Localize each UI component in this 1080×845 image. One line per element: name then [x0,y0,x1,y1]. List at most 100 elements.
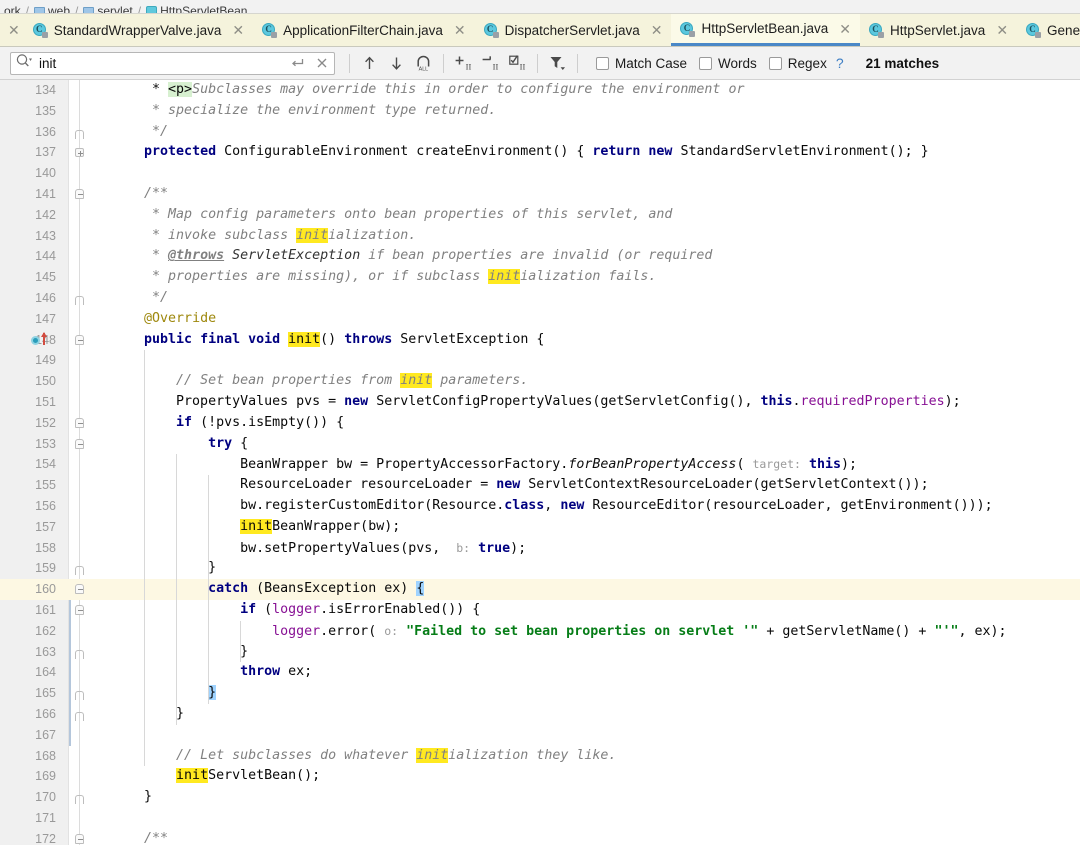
code-line[interactable]: 164 throw ex; [0,662,1080,683]
fold-marker[interactable] [75,642,86,663]
code-text[interactable]: logger.error( o: "Failed to set bean pro… [112,621,1006,643]
tab-applicationfilterchain[interactable]: C ApplicationFilterChain.java ✕ [253,14,475,46]
code-text[interactable]: * invoke subclass initialization. [112,226,416,247]
fold-marker[interactable] [75,600,86,621]
code-text[interactable]: // Let subclasses do whatever initializa… [112,746,616,767]
remove-selection-icon[interactable]: II [477,51,504,76]
code-line[interactable]: 161 if (logger.isErrorEnabled()) { [0,600,1080,621]
code-text[interactable]: initServletBean(); [112,766,320,787]
search-dropdown-icon[interactable] [16,53,33,73]
code-text[interactable]: * @throws ServletException if bean prope… [112,246,712,267]
code-text[interactable]: * <p>Subclasses may override this in ord… [112,80,744,101]
select-all-occurrences-icon[interactable]: ALL [410,51,437,76]
search-input-value[interactable]: init [39,53,284,74]
tab-close-icon-partial[interactable]: ✕ [0,14,24,46]
breadcrumb-item-2[interactable]: servlet [83,4,133,13]
tab-close-icon[interactable]: ✕ [996,23,1008,37]
code-line[interactable]: 153 try { [0,434,1080,455]
regex-help-icon[interactable]: ? [836,55,844,71]
tab-genericservlet[interactable]: C GenericS [1017,14,1080,46]
fold-marker[interactable] [75,704,86,725]
code-line[interactable]: 134 * <p>Subclasses may override this in… [0,80,1080,101]
select-occurrences-icon[interactable]: II [504,51,531,76]
code-line[interactable]: 136 */ [0,122,1080,143]
code-line[interactable]: 150 // Set bean properties from init par… [0,371,1080,392]
fold-marker[interactable] [75,184,86,205]
code-line[interactable]: 165 } [0,683,1080,704]
code-text[interactable]: * properties are missing), or if subclas… [112,267,656,288]
words-box[interactable] [699,56,713,70]
tab-standardwrappervalve[interactable]: C StandardWrapperValve.java ✕ [24,14,253,46]
code-line[interactable]: 141 /** [0,184,1080,205]
code-text[interactable]: } [112,558,216,579]
fold-marker[interactable] [75,683,86,704]
fold-marker[interactable] [75,142,86,163]
code-text[interactable]: } [112,642,248,663]
fold-marker[interactable] [75,579,86,600]
code-line[interactable]: 145 * properties are missing), or if sub… [0,267,1080,288]
code-line[interactable]: 157 initBeanWrapper(bw); [0,517,1080,538]
fold-marker[interactable] [75,434,86,455]
breadcrumb-item-1[interactable]: web [34,4,70,13]
clear-search-icon[interactable] [315,56,329,70]
code-line[interactable]: 162 logger.error( o: "Failed to set bean… [0,621,1080,642]
tab-close-icon[interactable]: ✕ [651,23,663,37]
code-line[interactable]: 149 [0,350,1080,371]
code-line[interactable]: 156 bw.registerCustomEditor(Resource.cla… [0,496,1080,517]
fold-marker[interactable] [75,787,86,808]
tab-close-icon[interactable]: ✕ [839,22,851,36]
find-previous-icon[interactable] [356,51,383,76]
code-text[interactable]: bw.setPropertyValues(pvs, b: true); [112,538,526,560]
match-case-checkbox[interactable]: Match Case [596,56,687,71]
code-text[interactable]: throw ex; [112,662,312,683]
fold-marker[interactable] [75,330,86,351]
code-text[interactable]: /** [112,829,168,845]
code-text[interactable]: BeanWrapper bw = PropertyAccessorFactory… [112,454,857,476]
fold-marker[interactable] [75,829,86,845]
code-text[interactable]: } [112,683,217,704]
fold-marker[interactable] [75,288,86,309]
multiline-toggle-icon[interactable] [290,56,305,70]
code-line[interactable]: 160 catch (BeansException ex) { [0,579,1080,600]
regex-checkbox[interactable]: Regex [768,56,827,71]
code-line[interactable]: 170 } [0,787,1080,808]
code-line[interactable]: 151 PropertyValues pvs = new ServletConf… [0,392,1080,413]
tab-httpservletbean[interactable]: C HttpServletBean.java ✕ [671,14,861,46]
breadcrumb-item-3[interactable]: HttpServletBean [146,4,247,13]
code-line[interactable]: 167 [0,725,1080,746]
tab-close-icon[interactable]: ✕ [454,23,466,37]
code-line[interactable]: 171 [0,808,1080,829]
tab-close-icon[interactable]: ✕ [232,23,244,37]
code-line[interactable]: 154 BeanWrapper bw = PropertyAccessorFac… [0,454,1080,475]
code-line[interactable]: 140 [0,163,1080,184]
code-line[interactable]: 148 public final void init() throws Serv… [0,330,1080,351]
code-text[interactable]: } [112,704,184,725]
code-text[interactable]: } [112,787,152,808]
code-line[interactable]: 158 bw.setPropertyValues(pvs, b: true); [0,538,1080,559]
code-line[interactable]: 169 initServletBean(); [0,766,1080,787]
code-line[interactable]: 166 } [0,704,1080,725]
match-case-box[interactable] [596,56,609,70]
search-input[interactable]: init [10,51,335,75]
code-text[interactable]: // Set bean properties from init paramet… [112,371,528,392]
code-text[interactable]: protected ConfigurableEnvironment create… [112,142,929,163]
code-line[interactable]: 142 * Map config parameters onto bean pr… [0,205,1080,226]
code-line[interactable]: 143 * invoke subclass initialization. [0,226,1080,247]
code-text[interactable]: bw.registerCustomEditor(Resource.class, … [112,496,993,517]
code-line[interactable]: 168 // Let subclasses do whatever initia… [0,746,1080,767]
code-line[interactable]: 172 /** [0,829,1080,845]
code-text[interactable]: @Override [112,309,216,330]
fold-marker[interactable] [75,413,86,434]
code-line[interactable]: 163 } [0,642,1080,663]
code-text[interactable]: */ [112,122,168,143]
code-line[interactable]: 144 * @throws ServletException if bean p… [0,246,1080,267]
code-text[interactable]: if (!pvs.isEmpty()) { [112,413,344,434]
code-text[interactable]: /** [112,184,168,205]
code-text[interactable]: PropertyValues pvs = new ServletConfigPr… [112,392,961,413]
code-text[interactable]: * specialize the environment type return… [112,101,496,122]
fold-marker[interactable] [75,558,86,579]
filter-icon[interactable] [544,51,571,76]
tab-dispatcherservlet[interactable]: C DispatcherServlet.java ✕ [475,14,672,46]
code-line[interactable]: 155 ResourceLoader resourceLoader = new … [0,475,1080,496]
regex-box[interactable] [768,56,782,70]
